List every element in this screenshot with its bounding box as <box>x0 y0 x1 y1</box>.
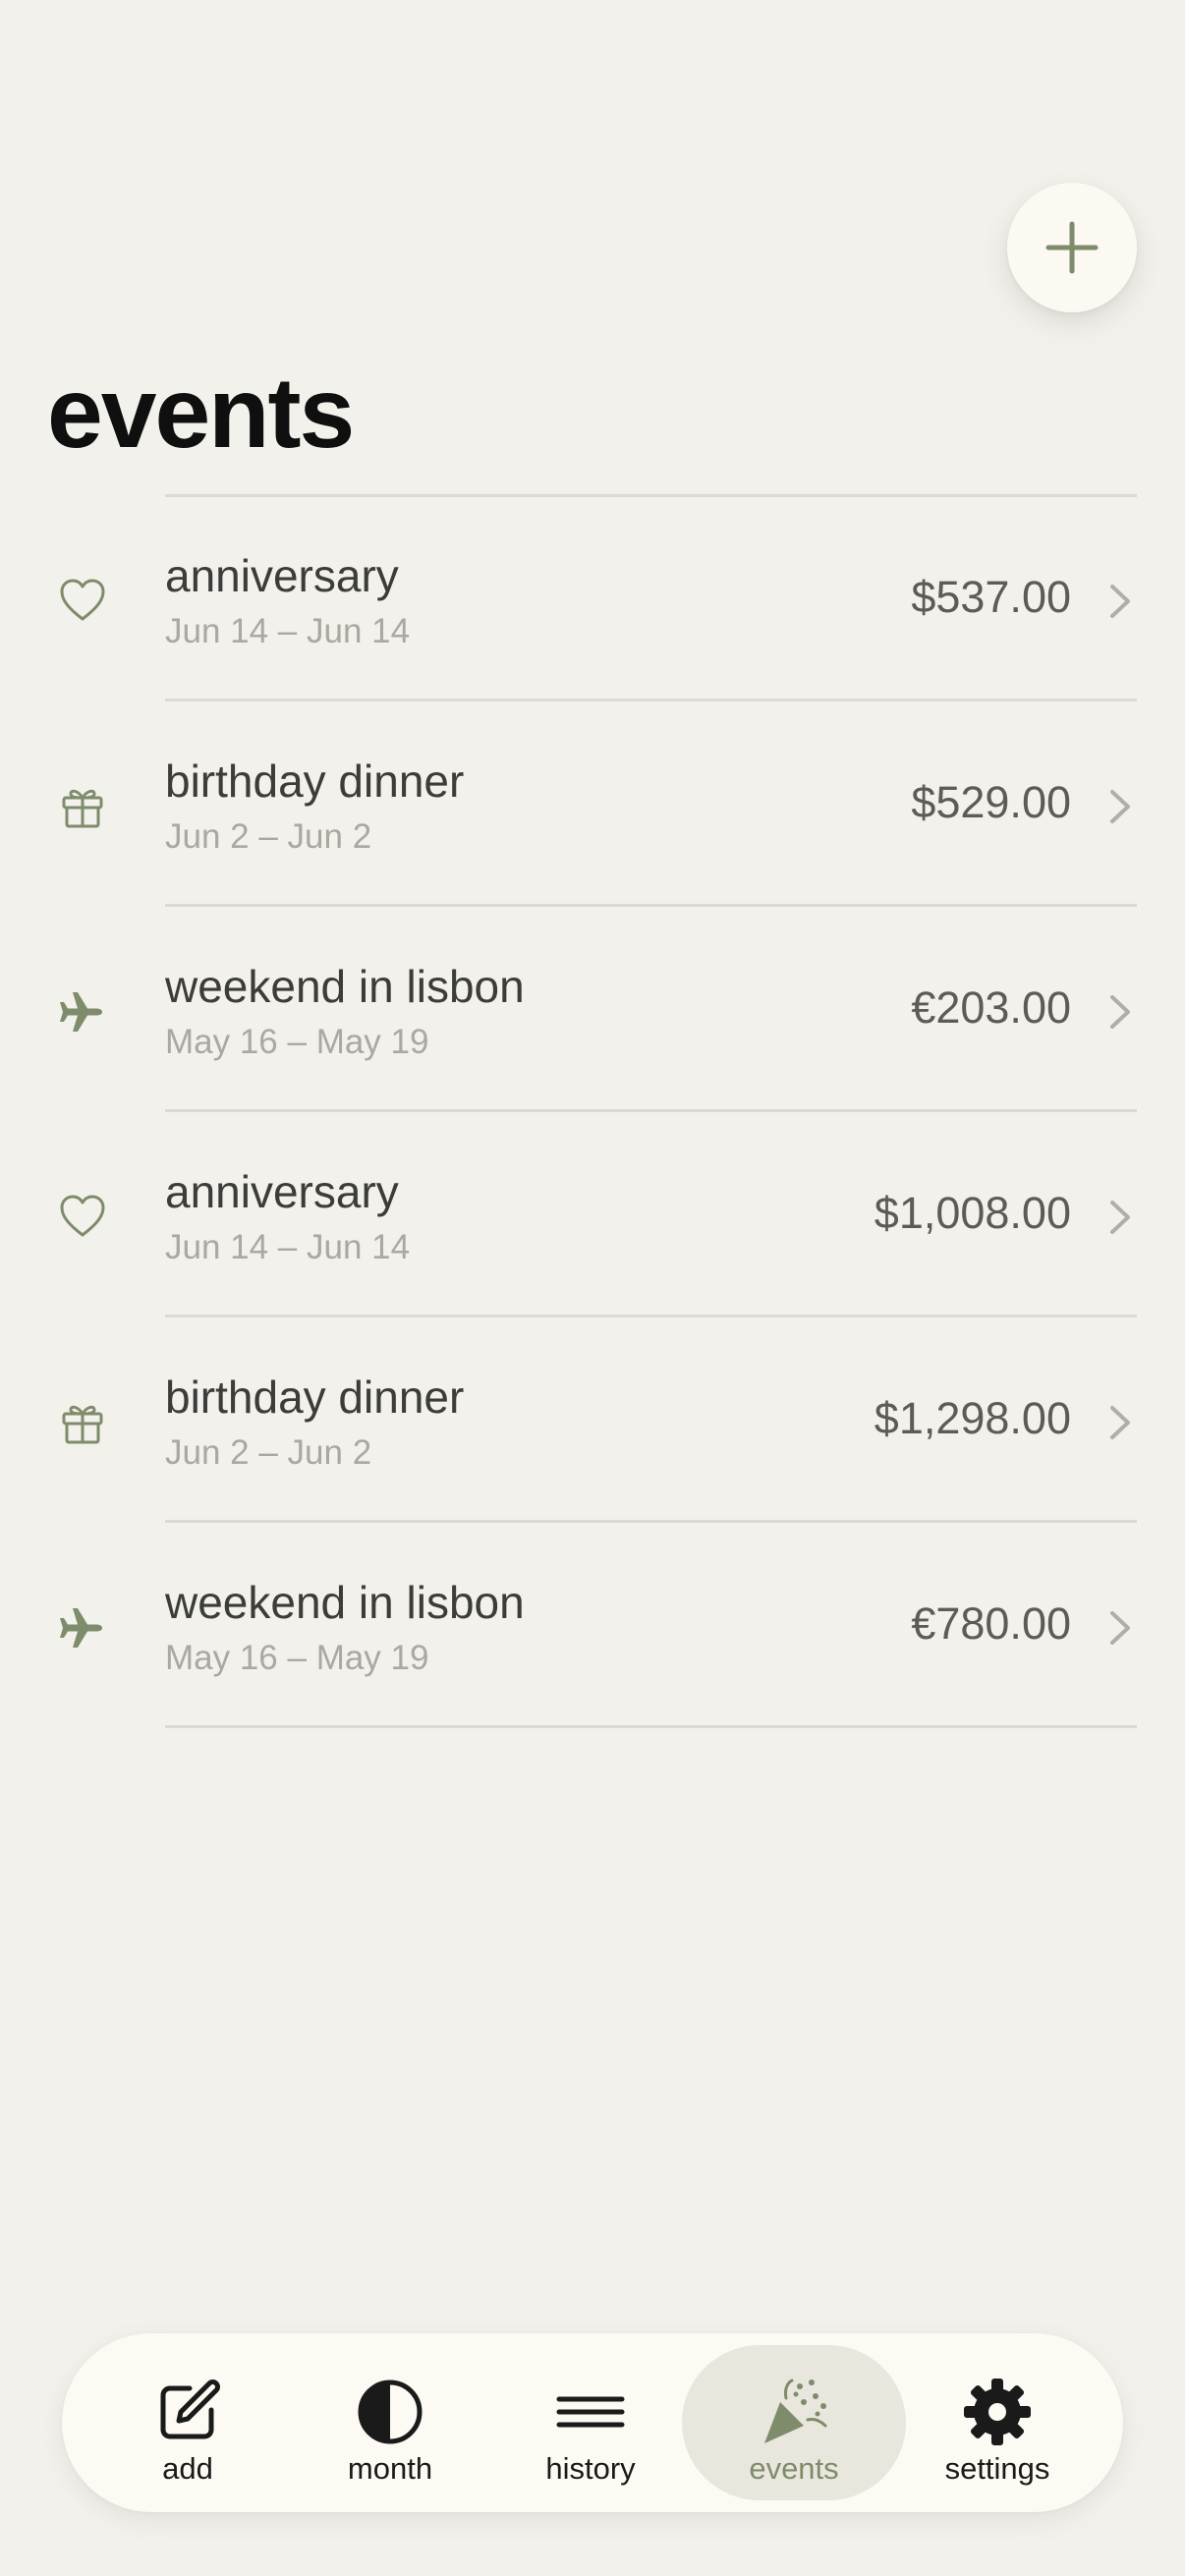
add-event-button[interactable] <box>1007 183 1137 312</box>
chevron-right-icon <box>1110 790 1130 823</box>
event-name: anniversary <box>165 1166 399 1217</box>
chevron-right-icon <box>1110 1201 1130 1234</box>
event-amount: €203.00 <box>911 982 1071 1033</box>
event-amount: $529.00 <box>911 777 1071 827</box>
chevron-right-icon <box>1110 1611 1130 1645</box>
event-name: anniversary <box>165 550 399 601</box>
list-divider <box>165 1109 1137 1112</box>
gear-icon <box>964 2379 1031 2445</box>
gift-icon <box>62 1405 103 1444</box>
tab-label: settings <box>944 2451 1050 2486</box>
tab-add[interactable]: add <box>76 2345 300 2500</box>
chevron-right-icon <box>1110 995 1130 1029</box>
event-row[interactable]: weekend in lisbon May 16 – May 19 €780.0… <box>0 1524 1185 1725</box>
list-divider <box>165 1315 1137 1317</box>
event-amount: $1,298.00 <box>874 1393 1071 1443</box>
heart-icon <box>60 579 105 621</box>
airplane-icon <box>60 1608 102 1648</box>
event-row[interactable]: anniversary Jun 14 – Jun 14 $1,008.00 <box>0 1113 1185 1315</box>
event-amount: $1,008.00 <box>874 1188 1071 1238</box>
list-divider <box>165 1725 1137 1728</box>
tab-bar: add month history events settings <box>62 2333 1123 2512</box>
event-name: birthday dinner <box>165 756 465 807</box>
tab-label: events <box>749 2451 839 2486</box>
tab-month[interactable]: month <box>278 2345 502 2500</box>
event-dates: Jun 14 – Jun 14 <box>165 612 411 650</box>
tab-label: history <box>545 2451 636 2486</box>
tab-settings[interactable]: settings <box>885 2345 1109 2500</box>
event-amount: $537.00 <box>911 572 1071 622</box>
list-divider <box>165 904 1137 907</box>
event-row[interactable]: birthday dinner Jun 2 – Jun 2 $529.00 <box>0 702 1185 904</box>
event-row[interactable]: anniversary Jun 14 – Jun 14 $537.00 <box>0 497 1185 699</box>
compose-icon <box>160 2380 220 2439</box>
airplane-icon <box>60 992 102 1032</box>
event-name: weekend in lisbon <box>165 1577 525 1628</box>
half-circle-icon <box>358 2380 423 2444</box>
heart-icon <box>60 1195 105 1237</box>
event-dates: Jun 2 – Jun 2 <box>165 1433 372 1472</box>
event-row[interactable]: weekend in lisbon May 16 – May 19 €203.0… <box>0 908 1185 1109</box>
event-name: weekend in lisbon <box>165 961 525 1012</box>
events-screen: events anniversary Jun 14 – Jun 14 $537.… <box>0 0 1185 2576</box>
list-divider <box>165 1520 1137 1523</box>
tab-history[interactable]: history <box>479 2345 703 2500</box>
list-divider <box>165 699 1137 701</box>
chevron-right-icon <box>1110 585 1130 618</box>
chevron-right-icon <box>1110 1406 1130 1439</box>
event-dates: May 16 – May 19 <box>165 1023 429 1061</box>
gift-icon <box>62 789 103 828</box>
lines-icon <box>556 2396 625 2428</box>
event-amount: €780.00 <box>911 1598 1071 1649</box>
event-dates: May 16 – May 19 <box>165 1639 429 1677</box>
tab-label: month <box>347 2451 433 2486</box>
tab-events[interactable]: events <box>682 2345 906 2500</box>
event-name: birthday dinner <box>165 1372 465 1423</box>
plus-icon <box>1045 221 1099 274</box>
event-row[interactable]: birthday dinner Jun 2 – Jun 2 $1,298.00 <box>0 1318 1185 1520</box>
page-title: events <box>47 357 355 469</box>
tab-label: add <box>162 2451 213 2486</box>
event-dates: Jun 14 – Jun 14 <box>165 1228 411 1266</box>
event-dates: Jun 2 – Jun 2 <box>165 817 372 856</box>
party-popper-icon <box>764 2379 827 2443</box>
